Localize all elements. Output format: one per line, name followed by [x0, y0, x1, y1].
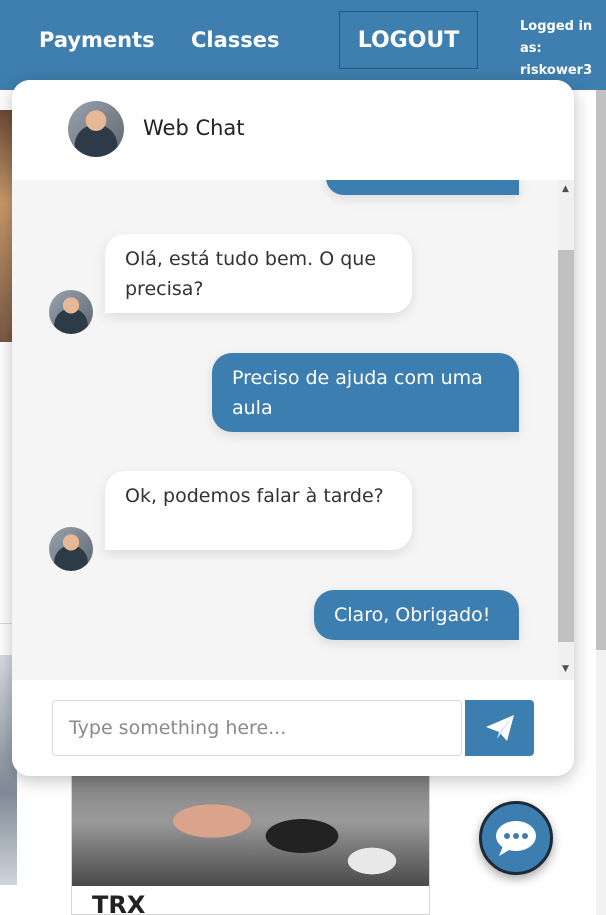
class-card-title: TRX	[92, 891, 146, 915]
logged-in-label: Logged in	[520, 19, 593, 34]
message-bubble-partial	[326, 180, 519, 195]
send-button[interactable]	[465, 700, 534, 756]
nav-payments-link[interactable]: Payments	[39, 28, 155, 52]
logged-in-info: Logged in as: riskower3	[520, 16, 600, 82]
message-bubble-agent: Ok, podemos falar à tarde?	[105, 471, 412, 550]
chat-title: Web Chat	[143, 116, 245, 140]
chat-scrollbar-thumb[interactable]	[558, 250, 574, 642]
message-input[interactable]	[52, 700, 462, 756]
chat-header: Web Chat	[12, 80, 574, 180]
chat-window: Web Chat Olá, está tudo bem. O que preci…	[12, 80, 574, 776]
message-bubble-agent: Olá, está tudo bem. O que precisa?	[105, 234, 412, 313]
chat-launcher-button[interactable]	[479, 801, 553, 875]
scroll-down-arrow-icon[interactable]: ▼	[562, 664, 569, 674]
chat-scrollbar[interactable]: ▲ ▼	[558, 180, 574, 680]
top-nav: Payments Classes LOGOUT Logged in as: ri…	[0, 0, 606, 90]
logout-button[interactable]: LOGOUT	[339, 11, 478, 69]
agent-avatar-small	[49, 290, 93, 334]
message-list[interactable]: Olá, está tudo bem. O que precisa? Preci…	[12, 180, 574, 680]
agent-avatar-small	[49, 527, 93, 571]
nav-classes-link[interactable]: Classes	[191, 28, 280, 52]
chat-bubble-icon	[496, 821, 536, 856]
background-class-photo	[0, 110, 12, 342]
message-bubble-user: Claro, Obrigado!	[314, 590, 519, 640]
page-scrollbar[interactable]	[596, 90, 606, 915]
message-bubble-user: Preciso de ajuda com uma aula	[212, 353, 519, 432]
background-divider	[0, 623, 12, 624]
paper-plane-icon	[485, 715, 514, 741]
agent-avatar	[68, 101, 124, 157]
username-label: riskower3	[520, 63, 593, 78]
chat-footer	[12, 680, 574, 776]
page-scrollbar-thumb[interactable]	[596, 90, 606, 650]
scroll-up-arrow-icon[interactable]: ▲	[562, 184, 569, 194]
logged-in-as-label: as:	[520, 41, 542, 56]
